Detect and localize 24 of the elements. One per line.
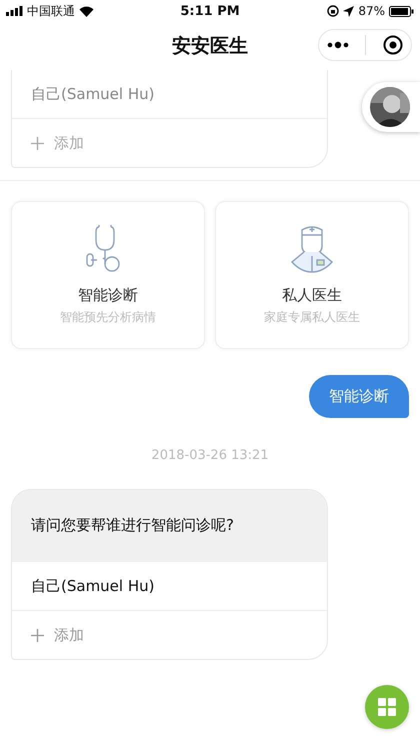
battery-percent: 87% (358, 4, 385, 18)
service-subtitle: 家庭专属私人医生 (264, 309, 360, 326)
service-title: 私人医生 (282, 286, 342, 305)
service-subtitle: 智能预先分析病情 (60, 309, 156, 326)
avatar-tab[interactable] (362, 82, 420, 132)
option-item[interactable]: 自己(Samuel Hu) (12, 561, 327, 610)
grid-icon (378, 698, 396, 716)
plus-icon (31, 136, 44, 150)
user-message: 智能诊断 (309, 375, 409, 418)
page-title: 安安医生 (172, 34, 248, 59)
clock-time: 5:11 PM (180, 4, 240, 18)
location-arrow-icon (343, 6, 354, 16)
service-title: 智能诊断 (78, 286, 138, 305)
more-icon[interactable] (327, 41, 350, 49)
question-text: 请问您要帮谁进行智能问诊呢? (12, 490, 327, 561)
service-card[interactable]: 私人医生 家庭专属私人医生 (215, 201, 409, 349)
message-time: 2018-03-26 13:21 (151, 448, 269, 463)
battery-icon (388, 6, 414, 16)
plus-icon (31, 628, 44, 642)
rotation-lock-icon (327, 5, 340, 17)
carrier-name: 中国联通 (27, 2, 75, 20)
signal-icon (6, 6, 23, 16)
wifi-icon (79, 6, 94, 16)
service-card[interactable]: 智能诊断 智能预先分析病情 (11, 201, 205, 349)
